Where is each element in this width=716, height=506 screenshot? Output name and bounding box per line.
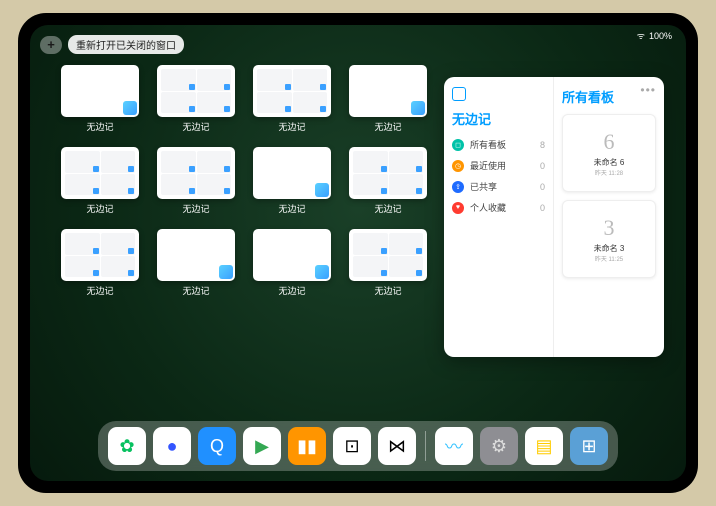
thumb-label: 无边记 <box>86 284 113 297</box>
thumb-preview <box>61 147 139 199</box>
dock-app-appfolder[interactable]: ⊞ <box>570 427 608 465</box>
thumb-label: 无边记 <box>182 202 209 215</box>
panel-left-title: 无边记 <box>452 109 545 128</box>
dock-app-wechat[interactable]: ✿ <box>108 427 146 465</box>
dock-app-settings[interactable]: ⚙ <box>480 427 518 465</box>
thumb-preview <box>61 65 139 117</box>
category-count: 0 <box>540 182 545 192</box>
more-icon[interactable]: ••• <box>640 83 656 97</box>
window-thumb[interactable]: 无边记 <box>156 147 236 219</box>
category-label: 所有看板 <box>470 138 506 151</box>
window-thumb[interactable]: 无边记 <box>348 65 428 137</box>
reopen-closed-button[interactable]: 重新打开已关闭的窗口 <box>68 35 184 54</box>
window-thumb[interactable]: 无边记 <box>252 65 332 137</box>
window-thumb[interactable]: 无边记 <box>60 229 140 301</box>
boards-list: 6 未命名 6昨天 11:28 3 未命名 3昨天 11:25 <box>562 114 656 286</box>
thumb-label: 无边记 <box>374 120 401 133</box>
dock-app-freeform[interactable]: 〰 <box>435 427 473 465</box>
thumb-label: 无边记 <box>278 120 305 133</box>
board-subtitle: 昨天 11:25 <box>595 254 623 263</box>
thumb-preview <box>61 229 139 281</box>
thumb-label: 无边记 <box>86 120 113 133</box>
window-thumb[interactable]: 无边记 <box>60 65 140 137</box>
category-label: 已共享 <box>470 180 497 193</box>
board-card[interactable]: 3 未命名 3昨天 11:25 <box>562 200 656 278</box>
window-grid: 无边记无边记无边记无边记无边记无边记无边记无边记无边记无边记无边记无边记 <box>60 65 428 301</box>
category-count: 0 <box>540 161 545 171</box>
dock-app-notes[interactable]: ▤ <box>525 427 563 465</box>
board-sketch: 6 <box>604 129 615 155</box>
thumb-label: 无边记 <box>278 284 305 297</box>
thumb-preview <box>253 65 331 117</box>
category-label: 个人收藏 <box>470 201 506 214</box>
window-thumb[interactable]: 无边记 <box>348 229 428 301</box>
top-bar: + 重新打开已关闭的窗口 <box>40 35 184 54</box>
board-card[interactable]: 6 未命名 6昨天 11:28 <box>562 114 656 192</box>
window-thumb[interactable]: 无边记 <box>252 229 332 301</box>
thumb-preview <box>349 65 427 117</box>
thumb-preview <box>253 147 331 199</box>
board-label: 未命名 6 <box>594 157 625 168</box>
board-label: 未命名 3 <box>594 243 625 254</box>
status-bar: ᯤ 100% <box>637 29 672 42</box>
window-thumb[interactable]: 无边记 <box>156 65 236 137</box>
thumb-label: 无边记 <box>374 202 401 215</box>
ipad-device: ᯤ 100% + 重新打开已关闭的窗口 无边记无边记无边记无边记无边记无边记无边… <box>18 13 698 493</box>
sidebar-panel: ••• 无边记 ◻ 所有看板 8 ◷ 最近使用 0 ⇪ 已共享 0 ♥ 个人收藏 0 所有看板 6 未命… <box>444 77 664 357</box>
category-item[interactable]: ⇪ 已共享 0 <box>452 176 545 197</box>
window-thumb[interactable]: 无边记 <box>60 147 140 219</box>
thumb-preview <box>349 147 427 199</box>
category-item[interactable]: ♥ 个人收藏 0 <box>452 197 545 218</box>
category-icon: ♥ <box>452 202 464 214</box>
app-badge-icon <box>452 87 466 101</box>
screen: ᯤ 100% + 重新打开已关闭的窗口 无边记无边记无边记无边记无边记无边记无边… <box>30 25 686 481</box>
window-thumb[interactable]: 无边记 <box>156 229 236 301</box>
board-sketch: 3 <box>604 215 615 241</box>
thumb-preview <box>349 229 427 281</box>
category-icon: ◷ <box>452 160 464 172</box>
thumb-label: 无边记 <box>278 202 305 215</box>
board-subtitle: 昨天 11:28 <box>595 168 623 177</box>
category-count: 0 <box>540 203 545 213</box>
battery-label: 100% <box>649 31 672 41</box>
category-icon: ⇪ <box>452 181 464 193</box>
dock-app-graph[interactable]: ⋈ <box>378 427 416 465</box>
category-item[interactable]: ◻ 所有看板 8 <box>452 134 545 155</box>
category-icon: ◻ <box>452 139 464 151</box>
dock: ✿●Q▶▮▮⊡⋈ 〰⚙▤⊞ <box>98 421 618 471</box>
category-item[interactable]: ◷ 最近使用 0 <box>452 155 545 176</box>
thumb-label: 无边记 <box>86 202 113 215</box>
category-count: 8 <box>540 140 545 150</box>
category-label: 最近使用 <box>470 159 506 172</box>
panel-left: 无边记 ◻ 所有看板 8 ◷ 最近使用 0 ⇪ 已共享 0 ♥ 个人收藏 0 <box>444 77 554 357</box>
category-list: ◻ 所有看板 8 ◷ 最近使用 0 ⇪ 已共享 0 ♥ 个人收藏 0 <box>452 134 545 218</box>
thumb-preview <box>157 147 235 199</box>
thumb-label: 无边记 <box>182 284 209 297</box>
dock-app-dice[interactable]: ⊡ <box>333 427 371 465</box>
panel-right: 所有看板 6未命名 6昨天 11:283未命名 3昨天 11:25 <box>554 77 664 357</box>
thumb-label: 无边记 <box>182 120 209 133</box>
dock-app-books[interactable]: ▮▮ <box>288 427 326 465</box>
window-thumb[interactable]: 无边记 <box>348 147 428 219</box>
dock-app-qqbrowser[interactable]: Q <box>198 427 236 465</box>
thumb-label: 无边记 <box>374 284 401 297</box>
dock-divider <box>425 431 426 461</box>
wifi-icon: ᯤ <box>637 29 645 42</box>
window-thumb[interactable]: 无边记 <box>252 147 332 219</box>
thumb-preview <box>253 229 331 281</box>
thumb-preview <box>157 65 235 117</box>
dock-app-play[interactable]: ▶ <box>243 427 281 465</box>
new-window-button[interactable]: + <box>40 36 62 54</box>
dock-app-quark[interactable]: ● <box>153 427 191 465</box>
thumb-preview <box>157 229 235 281</box>
